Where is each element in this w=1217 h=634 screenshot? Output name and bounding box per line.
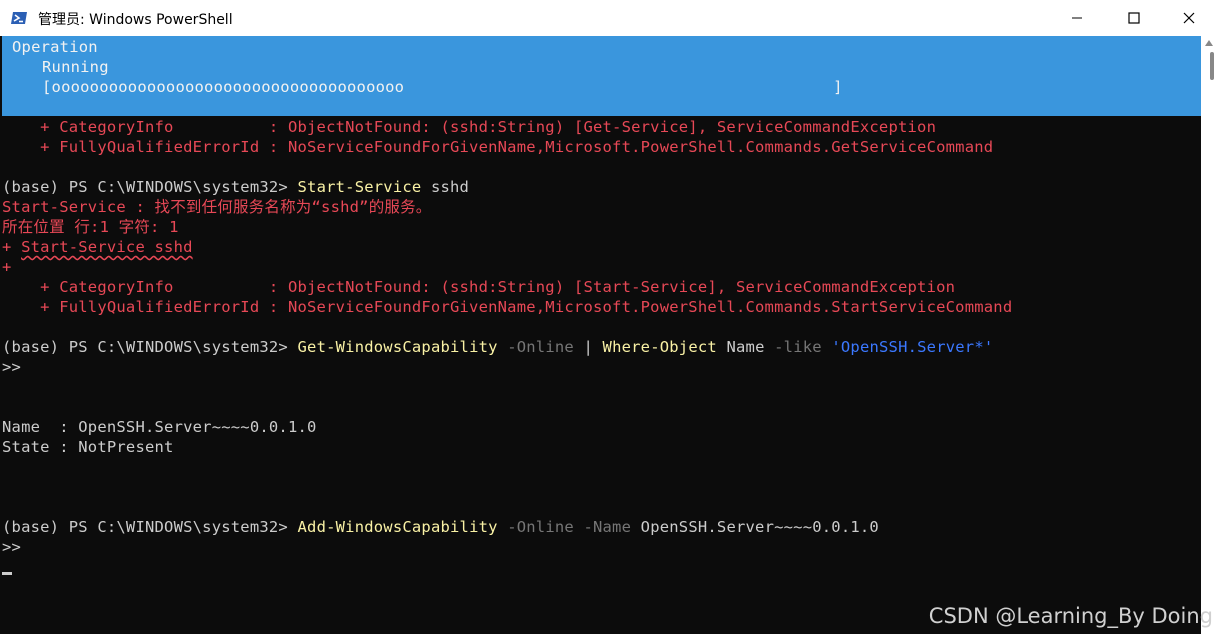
terminal-text: Start-Service : 找不到任何服务名称为“sshd”的服务。 bbox=[2, 198, 432, 216]
scrollbar[interactable] bbox=[1201, 36, 1217, 634]
minimize-icon bbox=[1072, 17, 1082, 19]
terminal-line: (base) PS C:\WINDOWS\system32> Start-Ser… bbox=[2, 177, 469, 197]
scroll-up-icon[interactable] bbox=[1203, 38, 1215, 48]
terminal-text: Name : OpenSSH.Server~~~~0.0.1.0 bbox=[2, 418, 317, 436]
maximize-icon bbox=[1128, 12, 1140, 24]
terminal-line: + CategoryInfo : ObjectNotFound: (sshd:S… bbox=[2, 277, 955, 297]
terminal-text: State : NotPresent bbox=[2, 438, 174, 456]
terminal-line: >> bbox=[2, 537, 21, 557]
terminal-line: >> bbox=[2, 357, 21, 377]
terminal-text: + bbox=[2, 238, 22, 256]
maximize-button[interactable] bbox=[1106, 0, 1162, 36]
terminal-text: + FullyQualifiedErrorId : NoServiceFound… bbox=[2, 298, 1013, 316]
minimize-button[interactable] bbox=[1049, 0, 1105, 36]
progress-bar: [ooooooooooooooooooooooooooooooooooooo ] bbox=[42, 78, 843, 96]
terminal-text: + CategoryInfo : ObjectNotFound: (sshd:S… bbox=[2, 278, 956, 296]
terminal-line: 所在位置 行:1 字符: 1 bbox=[2, 217, 179, 237]
title-bar: 管理员: Windows PowerShell bbox=[0, 0, 1217, 36]
terminal-line: (base) PS C:\WINDOWS\system32> Add-Windo… bbox=[2, 517, 879, 537]
terminal-text: sshd bbox=[421, 178, 470, 196]
terminal-line: Name : OpenSSH.Server~~~~0.0.1.0 bbox=[2, 417, 317, 437]
terminal-text: -like bbox=[774, 338, 822, 356]
terminal-text: >> bbox=[2, 538, 22, 556]
terminal-text: Add-WindowsCapability bbox=[297, 518, 498, 536]
terminal-text: Get-WindowsCapability bbox=[297, 338, 498, 356]
terminal-line: + bbox=[2, 257, 12, 277]
terminal-text: 'OpenSSH.Server*' bbox=[821, 338, 994, 356]
progress-status: Running bbox=[42, 58, 109, 76]
terminal-text: OpenSSH.Server~~~~0.0.1.0 bbox=[631, 518, 879, 536]
terminal-text: (base) PS C:\WINDOWS\system32> bbox=[2, 338, 298, 356]
terminal-text: 所在位置 行:1 字符: 1 bbox=[2, 218, 179, 236]
terminal-text: Start-Service sshd bbox=[21, 238, 193, 256]
terminal-text: Start-Service bbox=[297, 178, 422, 196]
terminal-text: | bbox=[573, 338, 603, 356]
scrollbar-thumb[interactable] bbox=[1210, 52, 1214, 80]
powershell-icon[interactable] bbox=[10, 9, 28, 27]
terminal-text: Name bbox=[716, 338, 775, 356]
text-cursor bbox=[2, 572, 12, 575]
terminal-line: + CategoryInfo : ObjectNotFound: (sshd:S… bbox=[2, 117, 936, 137]
terminal-line: Start-Service : 找不到任何服务名称为“sshd”的服务。 bbox=[2, 197, 432, 217]
terminal-text: -Online bbox=[497, 338, 574, 356]
terminal-output[interactable]: + CategoryInfo : ObjectNotFound: (sshd:S… bbox=[0, 116, 1201, 634]
close-button[interactable] bbox=[1161, 0, 1217, 36]
close-icon bbox=[1183, 12, 1195, 24]
terminal-text: + bbox=[2, 258, 12, 276]
progress-activity: Operation bbox=[12, 38, 98, 56]
terminal-line: + Start-Service sshd bbox=[2, 237, 193, 257]
progress-banner: Operation Running [ooooooooooooooooooooo… bbox=[2, 36, 1201, 116]
terminal-text: + CategoryInfo : ObjectNotFound: (sshd:S… bbox=[2, 118, 937, 136]
terminal-text: >> bbox=[2, 358, 22, 376]
watermark: CSDN @Learning_By Doing bbox=[928, 604, 1213, 628]
terminal-text: Where-Object bbox=[602, 338, 717, 356]
terminal-line: (base) PS C:\WINDOWS\system32> Get-Windo… bbox=[2, 337, 993, 357]
terminal-text: + FullyQualifiedErrorId : NoServiceFound… bbox=[2, 138, 994, 156]
terminal-text: -Online -Name bbox=[497, 518, 632, 536]
terminal-line: State : NotPresent bbox=[2, 437, 174, 457]
terminal-line: + FullyQualifiedErrorId : NoServiceFound… bbox=[2, 297, 1012, 317]
window-title: 管理员: Windows PowerShell bbox=[38, 12, 233, 28]
terminal-text: (base) PS C:\WINDOWS\system32> bbox=[2, 518, 298, 536]
terminal-text: (base) PS C:\WINDOWS\system32> bbox=[2, 178, 298, 196]
terminal-line: + FullyQualifiedErrorId : NoServiceFound… bbox=[2, 137, 993, 157]
